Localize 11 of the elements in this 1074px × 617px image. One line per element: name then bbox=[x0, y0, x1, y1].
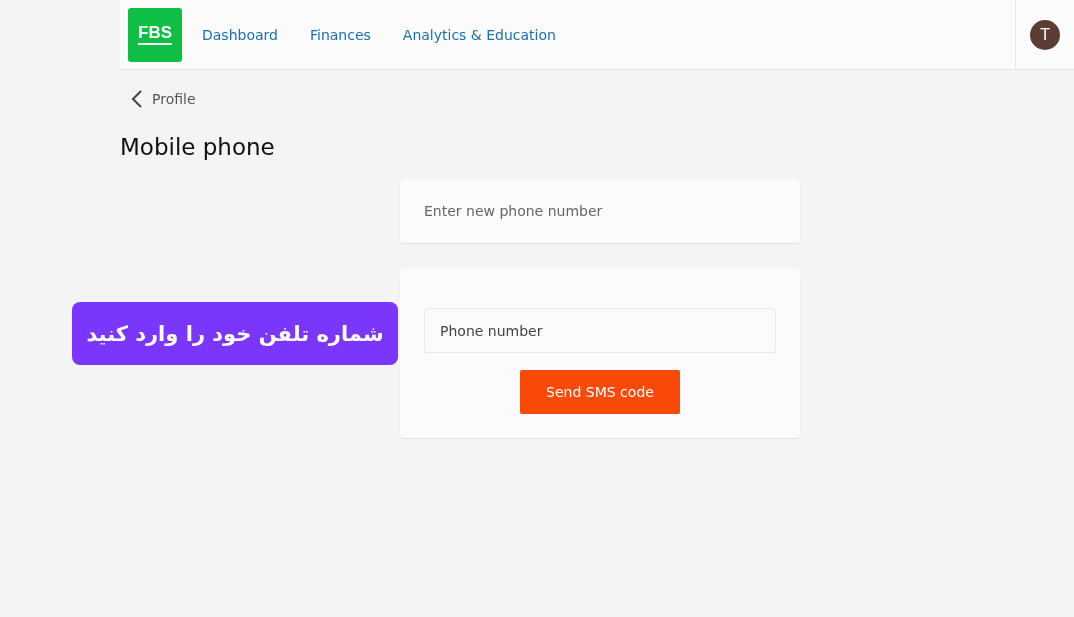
nav-link[interactable]: Analytics & Education bbox=[402, 26, 556, 43]
page-title: Mobile phone bbox=[120, 134, 276, 160]
send-sms-button[interactable]: Send SMS code bbox=[520, 370, 680, 414]
chevron-left-icon bbox=[130, 90, 144, 108]
prompt-text: Enter new phone number bbox=[424, 203, 603, 219]
phone-field[interactable]: Phone number bbox=[424, 308, 776, 353]
callout: شماره تلفن خود را وارد کنید bbox=[72, 302, 398, 365]
back-link[interactable]: Profile bbox=[130, 90, 196, 108]
nav-link[interactable]: Finances bbox=[309, 26, 371, 43]
avatar[interactable]: T bbox=[1030, 19, 1060, 50]
nav-link[interactable]: Dashboard bbox=[202, 26, 278, 43]
